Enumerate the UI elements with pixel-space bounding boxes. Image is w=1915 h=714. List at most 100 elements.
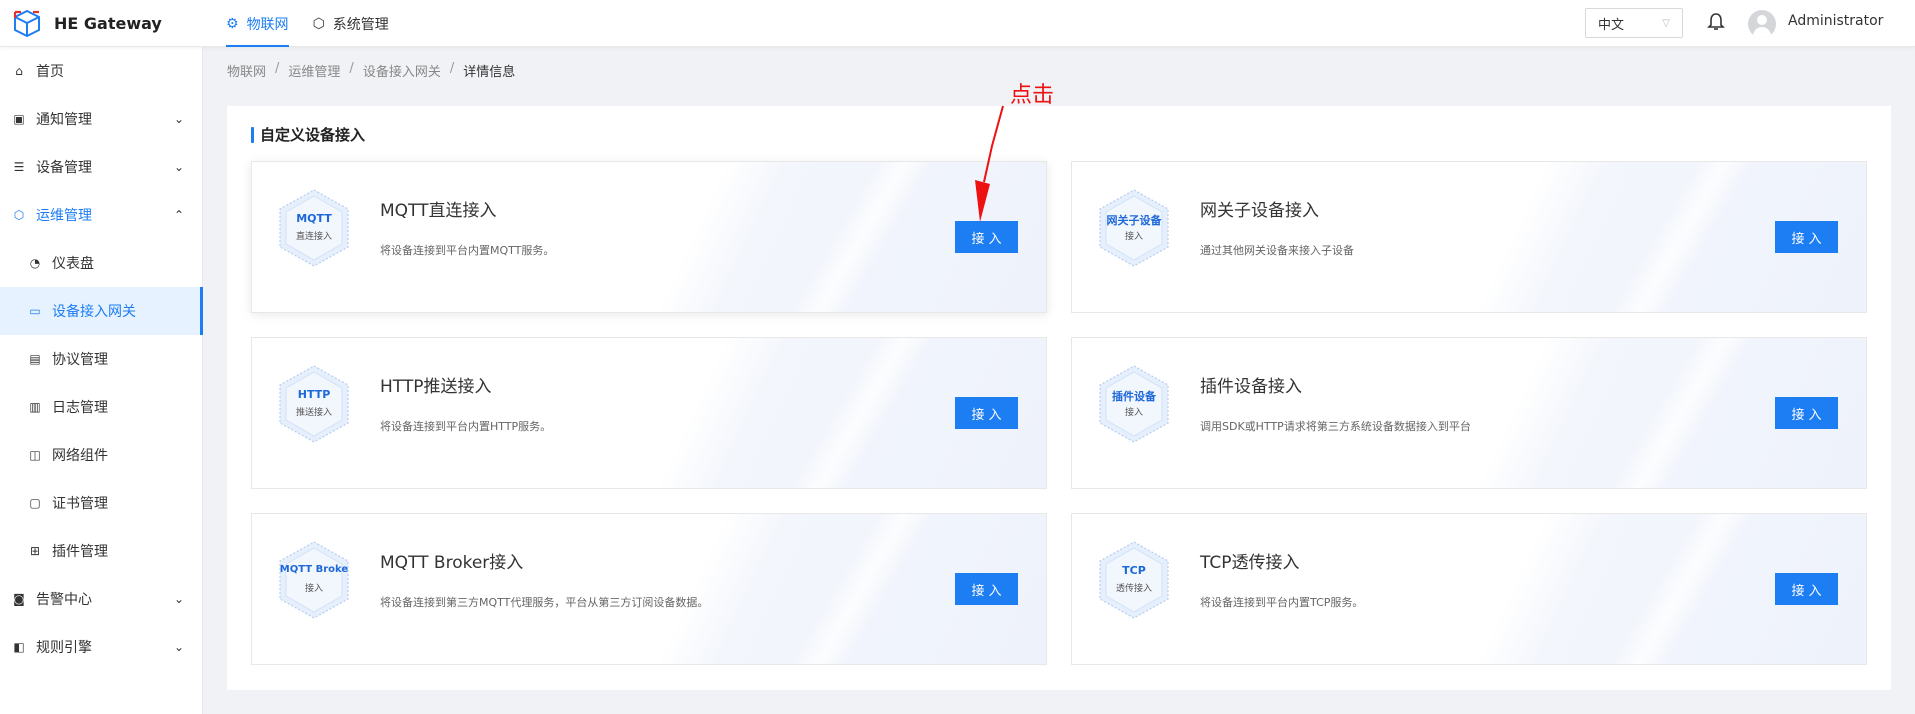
card-description: 将设备连接到平台内置MQTT服务。 (380, 244, 555, 257)
breadcrumb-separator: / (275, 61, 280, 76)
card-title: MQTT直连接入 (380, 201, 497, 221)
sidebar: ⌂ 首页 ▣ 通知管理 ⌄ ☰ 设备管理 ⌄ ⬡ 运维管理 ⌃ ◔ 仪表盘 ▭ … (0, 47, 203, 714)
system-icon: ⬡ (312, 15, 325, 32)
language-value: 中文 (1598, 17, 1625, 33)
chevron-down-icon: ▽ (1662, 17, 1670, 29)
chevron-down-icon: ⌄ (173, 640, 184, 654)
logo[interactable]: HE Gateway (12, 9, 162, 37)
main-panel: 自定义设备接入 MQTT 直连接入 MQTT直连接入 将设备连接到平台内置MQT… (227, 106, 1891, 690)
breadcrumb-separator: / (349, 61, 354, 76)
sidebar-item-gateway[interactable]: ▭ 设备接入网关 (0, 287, 203, 335)
sidebar-item-home[interactable]: ⌂ 首页 (0, 47, 202, 95)
sidebar-item-device[interactable]: ☰ 设备管理 ⌄ (0, 143, 202, 191)
gateway-icon: ▭ (29, 304, 41, 318)
cube-logo-icon (13, 9, 40, 37)
breadcrumb: 物联网 / 运维管理 / 设备接入网关 / 详情信息 (227, 61, 515, 80)
hex-subtitle: 接入 (1124, 232, 1143, 242)
sidebar-item-label: 插件管理 (52, 544, 108, 560)
breadcrumb-item[interactable]: 物联网 (227, 61, 266, 80)
access-card-plugin-device[interactable]: 插件设备 接入 插件设备接入 调用SDK或HTTP请求将第三方系统设备数据接入到… (1071, 337, 1867, 489)
sidebar-item-label: 设备接入网关 (52, 304, 136, 320)
breadcrumb-item[interactable]: 运维管理 (288, 61, 340, 80)
tcp-hexagon-icon: TCP 透传接入 (1098, 540, 1170, 620)
certificate-icon: ▢ (29, 496, 41, 510)
sidebar-item-label: 设备管理 (36, 160, 92, 176)
breadcrumb-item[interactable]: 设备接入网关 (363, 61, 441, 80)
hex-title: HTTP (297, 388, 331, 401)
plugin-icon: ⊞ (29, 544, 41, 558)
sidebar-item-plugin[interactable]: ⊞ 插件管理 (0, 527, 202, 575)
hex-title: MQTT (296, 212, 332, 225)
sidebar-item-certificate[interactable]: ▢ 证书管理 (0, 479, 202, 527)
connect-button[interactable]: 接入 (1775, 573, 1838, 605)
iot-icon: ⚙ (226, 15, 239, 32)
sidebar-item-protocol[interactable]: ▤ 协议管理 (0, 335, 202, 383)
connect-button[interactable]: 接入 (955, 397, 1018, 429)
breadcrumb-separator: / (449, 61, 455, 76)
topnav-item-system[interactable]: ⬡ 系统管理 (313, 0, 389, 47)
gateway-hexagon-icon: 网关子设备 接入 (1098, 188, 1170, 268)
hex-title: MQTT Broke (279, 564, 349, 575)
avatar[interactable] (1748, 10, 1776, 38)
topnav-label: 物联网 (246, 16, 289, 33)
sidebar-item-notification[interactable]: ▣ 通知管理 ⌄ (0, 95, 202, 143)
sidebar-item-alarm[interactable]: ◙ 告警中心 ⌄ (0, 575, 202, 623)
sidebar-item-label: 协议管理 (52, 352, 108, 368)
sidebar-item-ops[interactable]: ⬡ 运维管理 ⌃ (0, 191, 202, 239)
access-card-mqtt-direct[interactable]: MQTT 直连接入 MQTT直连接入 将设备连接到平台内置MQTT服务。 接入 (251, 161, 1047, 313)
chevron-down-icon: ⌄ (173, 592, 184, 606)
sidebar-item-log[interactable]: ▥ 日志管理 (0, 383, 202, 431)
top-bar: HE Gateway ⚙ 物联网 ⬡ 系统管理 中文 ▽ Administrat… (0, 0, 1915, 47)
sidebar-item-label: 首页 (36, 64, 64, 80)
notification-icon: ▣ (13, 112, 25, 126)
home-icon: ⌂ (15, 64, 23, 78)
chevron-down-icon: ⌄ (173, 160, 184, 174)
access-card-mqtt-broker[interactable]: MQTT Broke 接入 MQTT Broker接入 将设备连接到第三方MQT… (251, 513, 1047, 665)
section-title: 自定义设备接入 (251, 126, 365, 144)
access-card-gateway-subdevice[interactable]: 网关子设备 接入 网关子设备接入 通过其他网关设备来接入子设备 接入 (1071, 161, 1867, 313)
dashboard-icon: ◔ (29, 256, 41, 270)
bell-icon[interactable] (1707, 12, 1725, 32)
card-description: 通过其他网关设备来接入子设备 (1200, 244, 1354, 257)
rule-icon: ◧ (13, 640, 25, 654)
sidebar-item-label: 仪表盘 (52, 256, 94, 272)
breadcrumb-current: 详情信息 (463, 65, 516, 80)
connect-button[interactable]: 接入 (1775, 397, 1838, 429)
language-select[interactable]: 中文 ▽ (1585, 8, 1683, 38)
card-description: 将设备连接到第三方MQTT代理服务，平台从第三方订阅设备数据。 (380, 596, 709, 609)
mqtt-broker-hexagon-icon: MQTT Broke 接入 (278, 540, 350, 620)
card-title: HTTP推送接入 (380, 377, 492, 397)
card-description: 将设备连接到平台内置HTTP服务。 (380, 420, 552, 433)
connect-button[interactable]: 接入 (1775, 221, 1838, 253)
http-hexagon-icon: HTTP 推送接入 (278, 364, 350, 444)
access-card-tcp[interactable]: TCP 透传接入 TCP透传接入 将设备连接到平台内置TCP服务。 接入 (1071, 513, 1867, 665)
connect-button[interactable]: 接入 (955, 573, 1018, 605)
card-title: 网关子设备接入 (1200, 201, 1319, 221)
log-icon: ▥ (29, 400, 41, 414)
sidebar-item-label: 证书管理 (52, 496, 108, 512)
hex-subtitle: 推送接入 (295, 408, 332, 418)
username[interactable]: Administrator (1788, 13, 1883, 29)
sidebar-item-rule[interactable]: ◧ 规则引擎 ⌄ (0, 623, 202, 671)
ops-icon: ⬡ (13, 208, 25, 222)
hex-subtitle: 接入 (1124, 408, 1143, 418)
sidebar-item-label: 告警中心 (36, 592, 92, 608)
chevron-up-icon: ⌃ (173, 208, 184, 222)
topnav-item-iot[interactable]: ⚙ 物联网 (226, 0, 289, 47)
sidebar-item-dashboard[interactable]: ◔ 仪表盘 (0, 239, 202, 287)
hex-title: TCP (1122, 564, 1146, 577)
sidebar-item-label: 日志管理 (52, 400, 108, 416)
sidebar-item-label: 运维管理 (36, 208, 92, 224)
hex-subtitle: 直连接入 (295, 232, 332, 242)
sidebar-item-network[interactable]: ◫ 网络组件 (0, 431, 202, 479)
hex-title: 插件设备 (1112, 390, 1156, 403)
device-icon: ☰ (13, 160, 25, 174)
network-icon: ◫ (29, 448, 41, 462)
chevron-down-icon: ⌄ (173, 112, 184, 126)
card-title: TCP透传接入 (1200, 553, 1300, 573)
card-description: 将设备连接到平台内置TCP服务。 (1200, 596, 1364, 609)
sidebar-item-label: 网络组件 (52, 448, 108, 464)
top-nav: ⚙ 物联网 ⬡ 系统管理 (226, 0, 413, 47)
access-card-http-push[interactable]: HTTP 推送接入 HTTP推送接入 将设备连接到平台内置HTTP服务。 接入 (251, 337, 1047, 489)
mqtt-hexagon-icon: MQTT 直连接入 (278, 188, 350, 268)
